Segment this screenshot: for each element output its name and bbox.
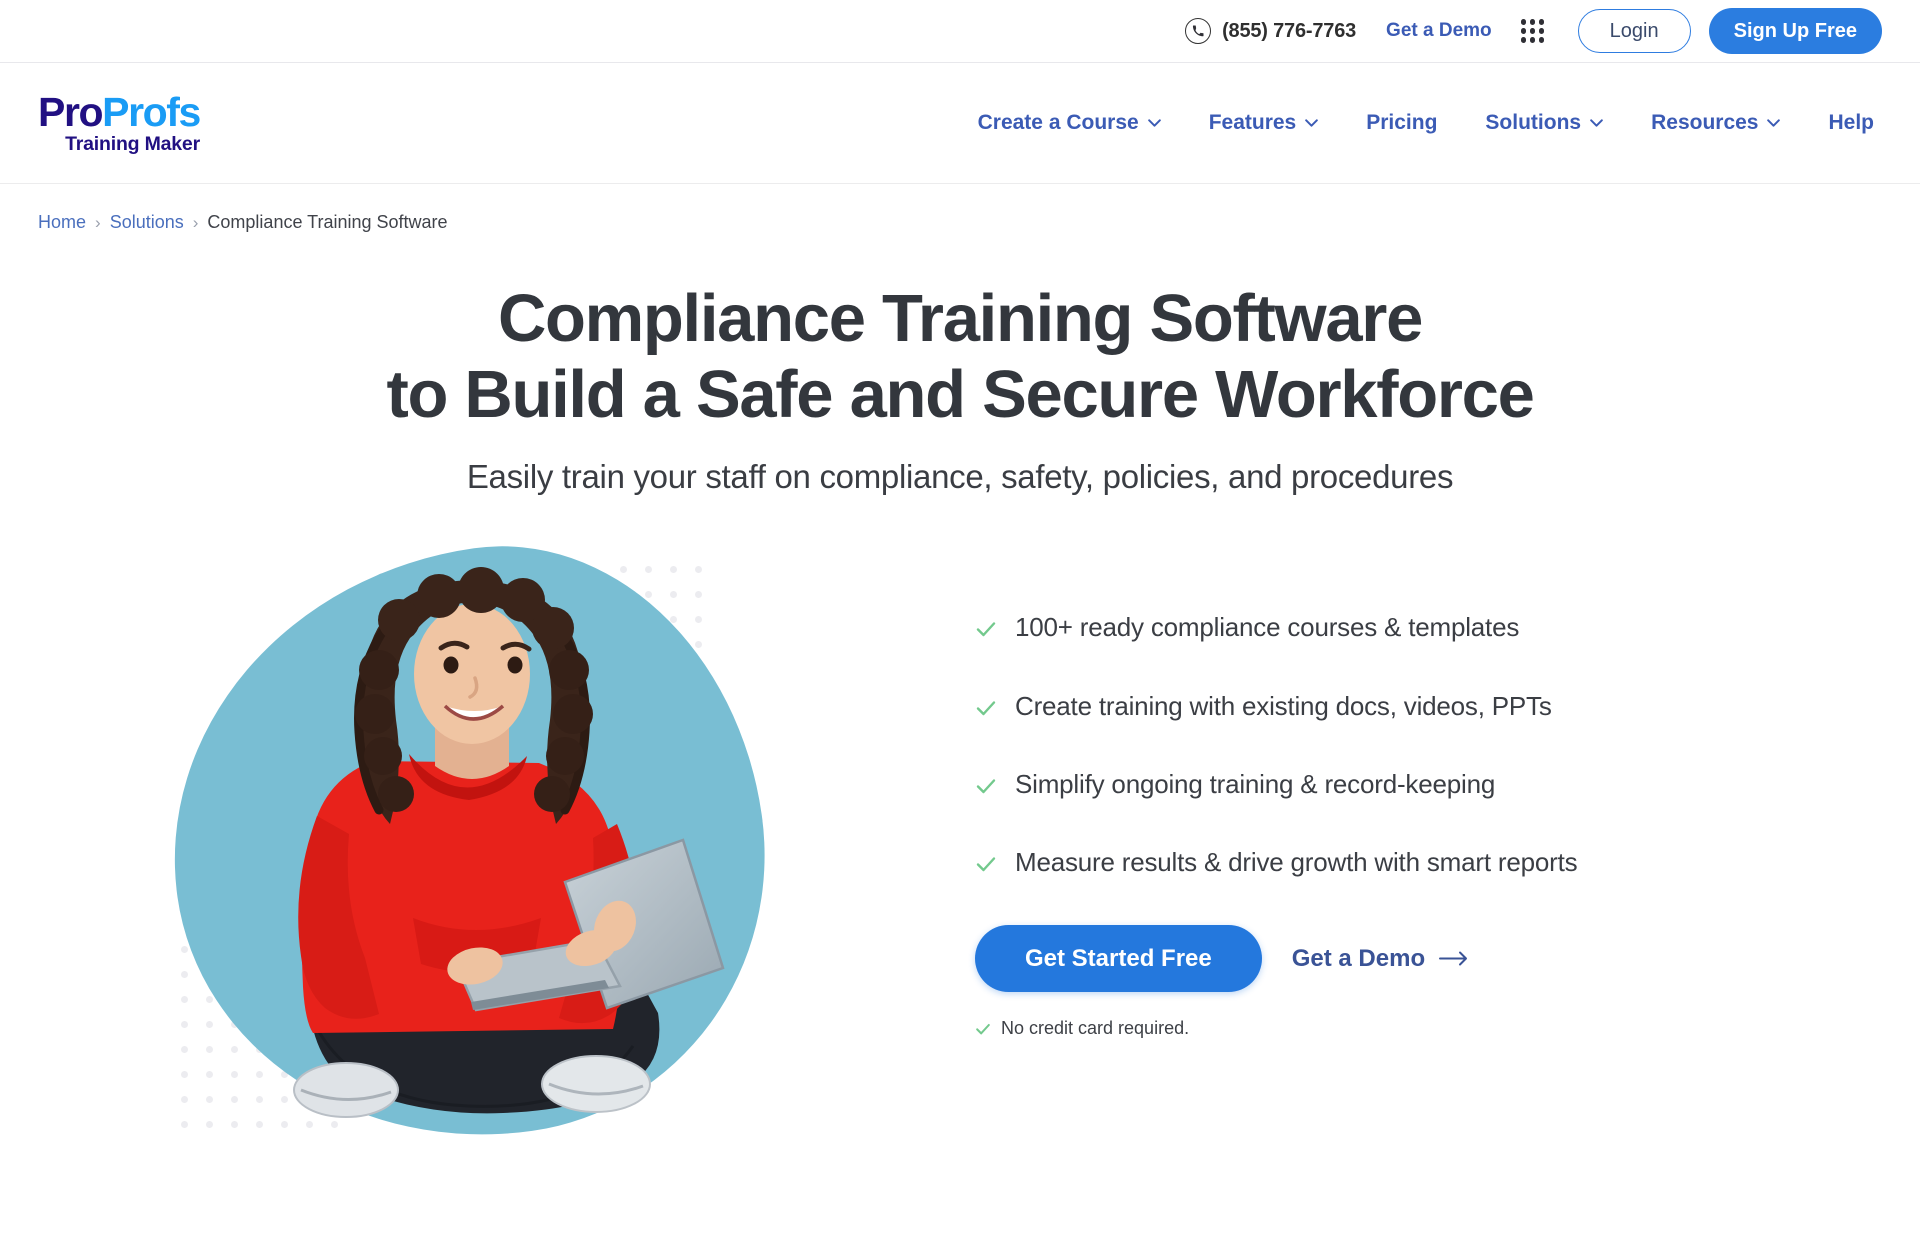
hero-body: 100+ ready compliance courses & template… [0, 514, 1920, 1176]
headline-line-1: Compliance Training Software [497, 281, 1423, 356]
person-illustration [293, 567, 725, 1119]
list-item-label: Create training with existing docs, vide… [1015, 690, 1552, 721]
check-icon [976, 622, 996, 637]
list-item: Create training with existing docs, vide… [975, 691, 1882, 722]
arrow-right-icon [1439, 951, 1468, 966]
decorative-dot [181, 1096, 188, 1104]
decorative-dot [206, 1021, 213, 1029]
breadcrumb: Home › Solutions › Compliance Training S… [0, 184, 1920, 233]
decorative-dot [181, 1071, 188, 1079]
no-credit-card-label: No credit card required. [1001, 1018, 1190, 1039]
chevron-down-icon [1590, 119, 1603, 127]
nav-item-features[interactable]: Features [1185, 111, 1343, 135]
list-item: 100+ ready compliance courses & template… [975, 612, 1882, 643]
check-icon [976, 700, 996, 715]
breadcrumb-separator: › [95, 212, 101, 232]
apps-grid-icon[interactable] [1520, 18, 1546, 44]
main-navigation-bar: ProProfs Training Maker Create a Course … [0, 63, 1920, 184]
nav-items: Create a Course Features Pricing Solutio… [954, 111, 1882, 135]
nav-item-pricing[interactable]: Pricing [1342, 111, 1461, 135]
hero-content-right: 100+ ready compliance courses & template… [873, 544, 1882, 1039]
nav-label: Resources [1651, 111, 1759, 134]
list-item-label: Measure results & drive growth with smar… [1015, 846, 1578, 877]
nav-label: Help [1828, 111, 1874, 134]
breadcrumb-current: Compliance Training Software [207, 212, 448, 232]
decorative-dot [181, 1046, 188, 1054]
proprofs-logo[interactable]: ProProfs Training Maker [38, 88, 201, 155]
headline-line-2: to Build a Safe and Secure Workforce [386, 356, 1534, 432]
phone-icon [1185, 18, 1212, 44]
decorative-dot [181, 996, 188, 1004]
nav-label: Solutions [1485, 111, 1582, 134]
decorative-dot [181, 946, 188, 954]
no-credit-card-note: No credit card required. [975, 1018, 1882, 1039]
chevron-down-icon [1767, 119, 1781, 127]
signup-free-button[interactable]: Sign Up Free [1708, 8, 1882, 54]
login-button[interactable]: Login [1577, 9, 1691, 53]
check-icon [976, 857, 996, 872]
top-get-a-demo-link[interactable]: Get a Demo [1386, 20, 1492, 42]
nav-item-solutions[interactable]: Solutions [1461, 111, 1627, 135]
list-item-label: Simplify ongoing training & record-keepi… [1015, 768, 1496, 799]
page-title: Compliance Training Software to Build a … [0, 281, 1920, 432]
breadcrumb-home[interactable]: Home [38, 212, 86, 233]
nav-label: Features [1208, 111, 1297, 134]
nav-label: Pricing [1366, 111, 1438, 134]
nav-item-create-a-course[interactable]: Create a Course [954, 111, 1185, 135]
list-item: Measure results & drive growth with smar… [975, 847, 1882, 878]
top-utility-bar: (855) 776-7763 Get a Demo Login Sign Up … [0, 0, 1920, 63]
check-icon [976, 1023, 990, 1035]
decorative-dot [181, 1121, 188, 1129]
decorative-dot [206, 996, 213, 1004]
chevron-down-icon [1147, 119, 1161, 127]
nav-label: Create a Course [977, 111, 1139, 134]
hero-image [135, 514, 873, 1176]
breadcrumb-separator: › [192, 212, 199, 232]
check-icon [976, 779, 996, 793]
decorative-dot [206, 1121, 213, 1129]
get-started-free-button[interactable]: Get Started Free [975, 925, 1262, 993]
decorative-dot [181, 971, 188, 979]
logo-subtitle: Training Maker [65, 132, 200, 155]
get-a-demo-label: Get a Demo [1291, 944, 1426, 972]
list-item: Simplify ongoing training & record-keepi… [975, 769, 1882, 800]
nav-item-resources[interactable]: Resources [1627, 111, 1804, 135]
cta-row: Get Started Free Get a Demo [975, 925, 1882, 993]
decorative-dot [181, 1021, 188, 1029]
decorative-dot [206, 1046, 213, 1054]
page-subtitle: Easily train your staff on compliance, s… [466, 458, 1454, 496]
decorative-dot [206, 1071, 213, 1079]
phone-block[interactable]: (855) 776-7763 [1185, 18, 1356, 44]
breadcrumb-solutions[interactable]: Solutions [110, 212, 184, 233]
chevron-down-icon [1305, 119, 1319, 127]
list-item-label: 100+ ready compliance courses & template… [1015, 612, 1520, 643]
logo-text-profs: Profs [102, 88, 201, 135]
decorative-dot [206, 1096, 213, 1104]
get-a-demo-link[interactable]: Get a Demo [1292, 945, 1469, 973]
logo-text-pro: Pro [38, 88, 104, 135]
phone-number: (855) 776-7763 [1222, 19, 1357, 42]
nav-item-help[interactable]: Help [1804, 111, 1882, 135]
